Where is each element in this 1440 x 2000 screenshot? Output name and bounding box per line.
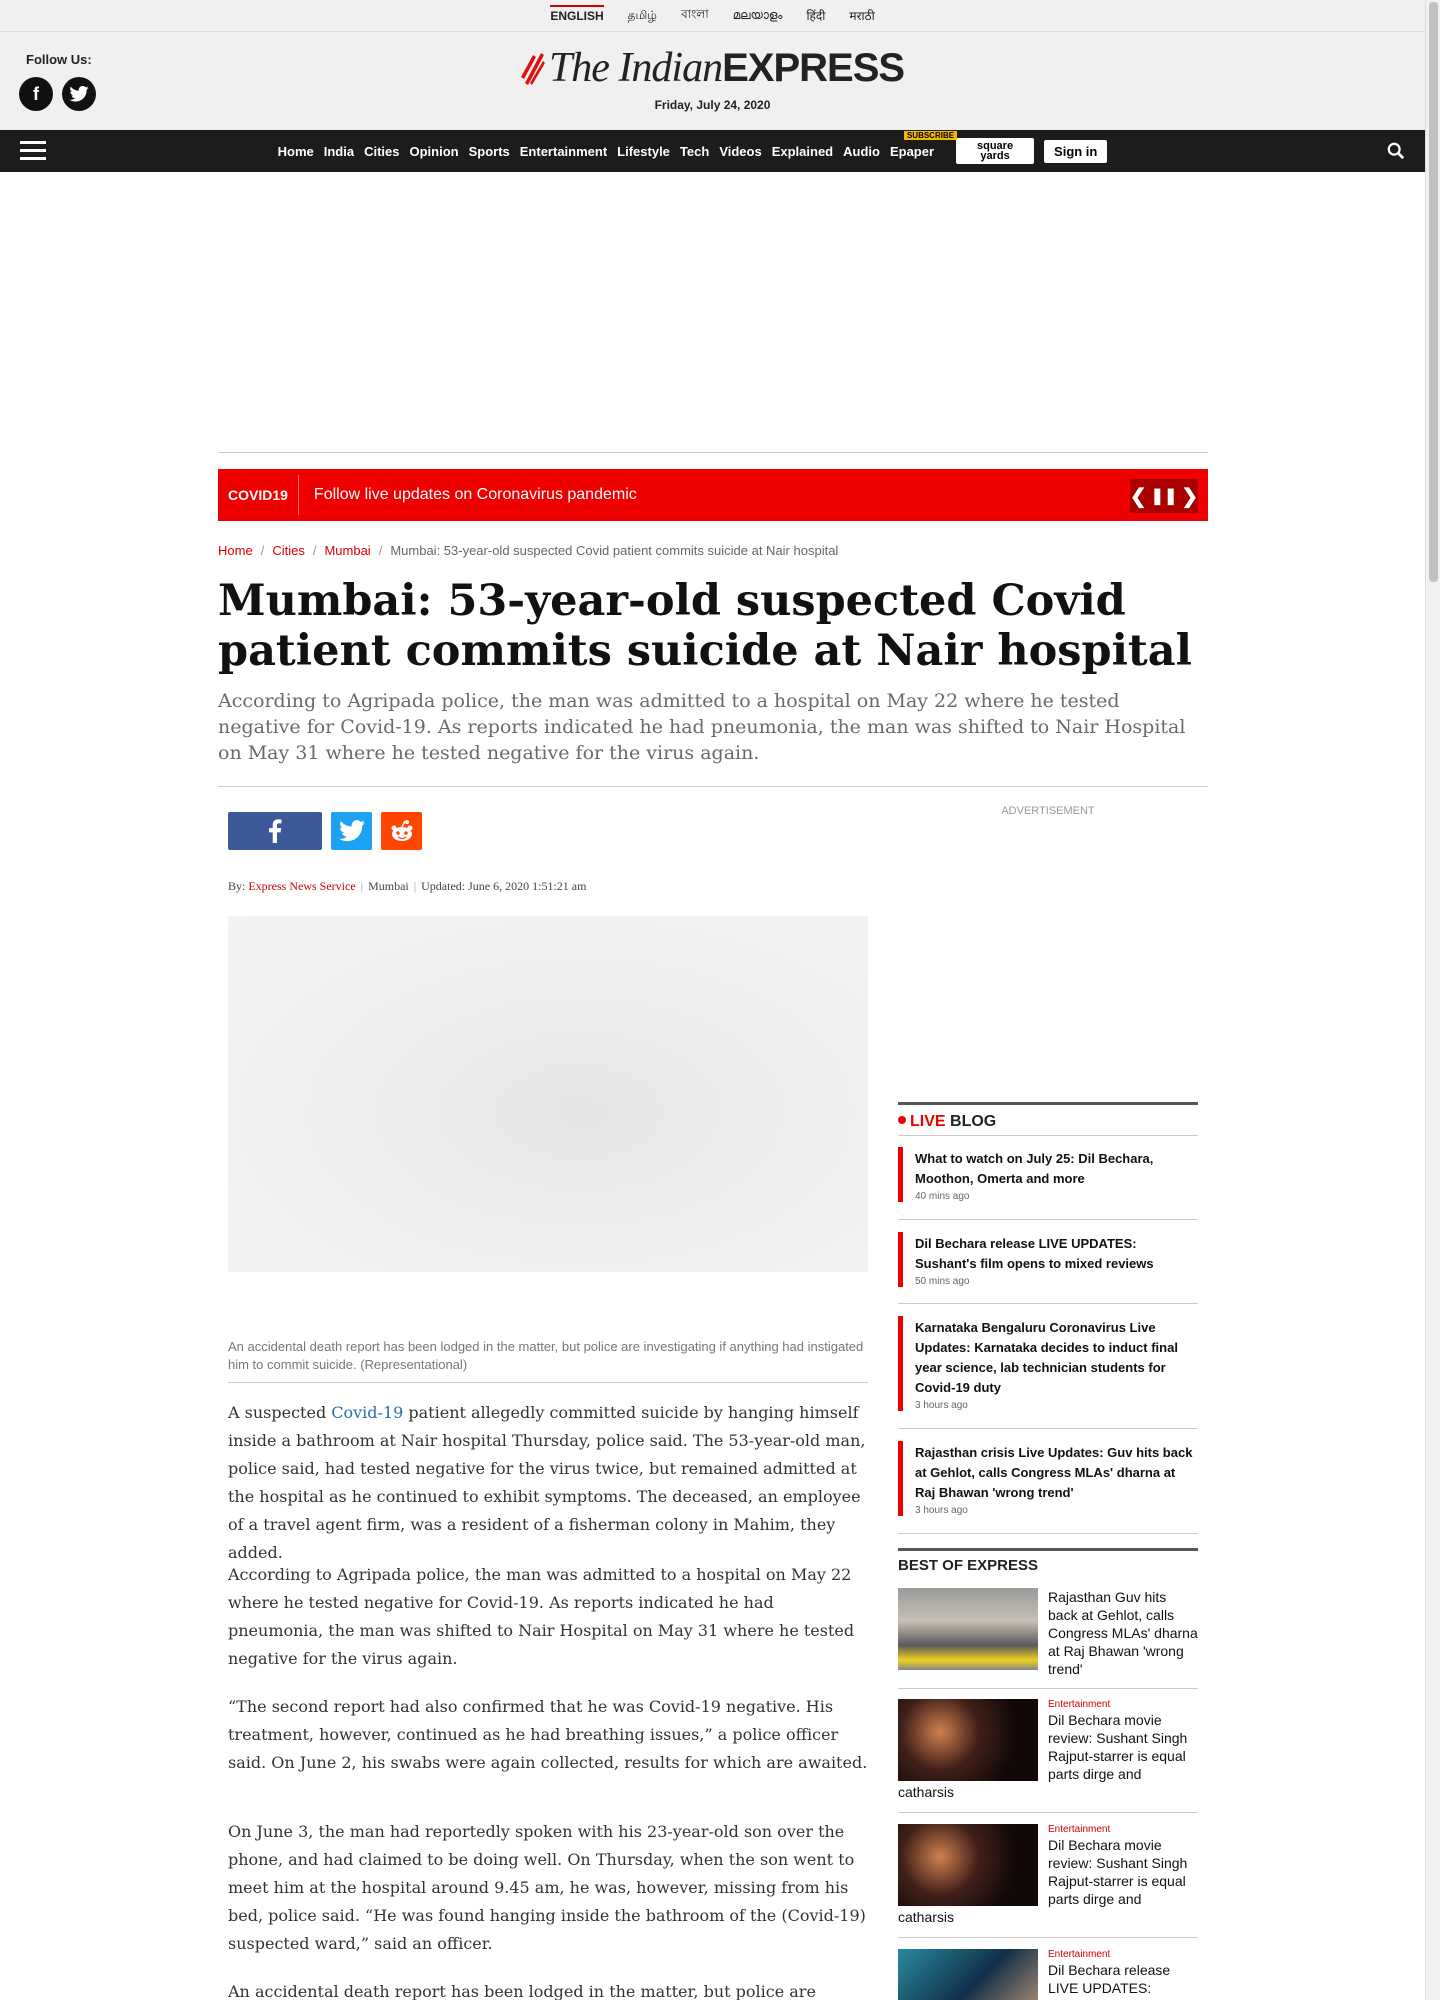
language-bar: ENGLISH தமிழ் বাংলা മലയാളം हिंदी मराठी	[0, 0, 1425, 32]
covid-tag: COVID19	[218, 475, 299, 515]
divider	[898, 1937, 1198, 1938]
nav-cities[interactable]: Cities	[364, 144, 399, 159]
breadcrumb: Home / Cities / Mumbai / Mumbai: 53-year-old s…	[218, 543, 839, 558]
twitter-share-button[interactable]	[331, 812, 372, 850]
masthead: Follow Us: f The IndianEXPRESS Friday, J…	[0, 32, 1425, 130]
author-link[interactable]: Express News Service	[248, 879, 355, 893]
best-of-item[interactable]: Rajasthan Guv hits back at Gehlot, calls…	[898, 1588, 1198, 1678]
article-synopsis: According to Agripada police, the man wa…	[218, 690, 1186, 764]
prev-icon[interactable]: ❮	[1130, 484, 1147, 509]
lang-tamil[interactable]: தமிழ்	[628, 4, 657, 28]
nav-india[interactable]: India	[324, 144, 354, 159]
pause-icon[interactable]: ❚❚	[1151, 486, 1178, 506]
site-logo[interactable]: The IndianEXPRESS	[0, 44, 1425, 92]
covid-ticker[interactable]: COVID19 Follow live updates on Coronavir…	[218, 469, 1208, 521]
square-yards-button[interactable]: square yards	[956, 138, 1035, 164]
divider	[898, 1533, 1198, 1534]
lang-english[interactable]: ENGLISH	[550, 4, 604, 27]
nav-audio[interactable]: Audio	[843, 144, 880, 159]
breadcrumb-current: Mumbai: 53-year-old suspected Covid pati…	[390, 543, 839, 558]
nav-opinion[interactable]: Opinion	[409, 144, 458, 159]
nav-videos[interactable]: Videos	[719, 144, 761, 159]
thumbnail-image	[898, 1588, 1038, 1670]
lang-malayalam[interactable]: മലയാളം	[733, 4, 783, 27]
article-paragraph: “The second report had also confirmed th…	[228, 1697, 868, 1772]
live-blog-item[interactable]: What to watch on July 25: Dil Bechara, M…	[898, 1147, 1198, 1202]
divider	[898, 1812, 1198, 1813]
article-paragraph: An accidental death report has been lodg…	[228, 1982, 816, 2000]
best-of-item[interactable]: Entertainment Dil Bechara release LIVE U…	[898, 1949, 1198, 2000]
breadcrumb-mumbai[interactable]: Mumbai	[324, 543, 370, 558]
article-paragraph: A suspected Covid-19 patient allegedly c…	[228, 1403, 866, 1562]
divider	[898, 1219, 1198, 1220]
menu-icon[interactable]	[20, 141, 46, 161]
image-caption: An accidental death report has been lodg…	[228, 1338, 868, 1383]
advertisement-label: ADVERTISEMENT	[1001, 805, 1095, 817]
subscribe-badge[interactable]: SUBSCRIBE	[903, 130, 958, 140]
scrollbar[interactable]	[1425, 0, 1440, 2000]
updated-time: Updated: June 6, 2020 1:51:21 am	[421, 879, 587, 893]
main-nav: Home India Cities Opinion Sports Enterta…	[0, 130, 1425, 172]
article-paragraph: According to Agripada police, the man wa…	[228, 1565, 855, 1668]
live-blog-header: LIVE BLOG	[898, 1102, 1198, 1136]
logo-flame-icon	[520, 53, 545, 85]
byline: By: Express News Service | Mumbai | Updated:…	[228, 879, 587, 893]
article-paragraph: On June 3, the man had reportedly spoken…	[228, 1822, 866, 1953]
nav-entertainment[interactable]: Entertainment	[520, 144, 607, 159]
thumbnail-image	[898, 1699, 1038, 1781]
nav-explained[interactable]: Explained	[772, 144, 833, 159]
live-blog-item[interactable]: Rajasthan crisis Live Updates: Guv hits …	[898, 1441, 1198, 1516]
sign-in-button[interactable]: Sign in	[1044, 139, 1108, 163]
scrollbar-thumb[interactable]	[1429, 2, 1438, 582]
nav-home[interactable]: Home	[278, 144, 314, 159]
reddit-icon	[391, 820, 412, 841]
covid-19-link[interactable]: Covid-19	[331, 1403, 403, 1422]
nav-epaper[interactable]: SUBSCRIBE Epaper	[890, 130, 958, 159]
live-blog-item[interactable]: Dil Bechara release LIVE UPDATES: Sushan…	[898, 1232, 1198, 1287]
nav-lifestyle[interactable]: Lifestyle	[617, 144, 670, 159]
ticker-controls: ❮ ❚❚ ❯	[1130, 479, 1198, 513]
facebook-share-button[interactable]	[228, 812, 322, 850]
lang-marathi[interactable]: मराठी	[849, 3, 874, 28]
article-headline: Mumbai: 53-year-old suspected Covid pati…	[218, 576, 1192, 676]
best-of-item[interactable]: Entertainment Dil Bechara movie review: …	[898, 1824, 1198, 1926]
breadcrumb-home[interactable]: Home	[218, 543, 253, 558]
lang-bangla[interactable]: বাংলা	[681, 2, 709, 30]
lang-hindi[interactable]: हिंदी	[806, 3, 825, 28]
thumbnail-image	[898, 1824, 1038, 1906]
divider	[898, 1303, 1198, 1304]
thumbnail-image	[898, 1949, 1038, 2000]
breadcrumb-cities[interactable]: Cities	[272, 543, 305, 558]
divider	[218, 452, 1208, 453]
best-of-express-header: BEST OF EXPRESS	[898, 1548, 1198, 1574]
article-hero-image	[228, 916, 868, 1272]
twitter-icon	[338, 820, 365, 842]
reddit-share-button[interactable]	[381, 812, 422, 850]
best-of-item[interactable]: Entertainment Dil Bechara movie review: …	[898, 1699, 1198, 1801]
next-icon[interactable]: ❯	[1181, 484, 1198, 509]
top-ad-slot	[0, 172, 1425, 451]
nav-sports[interactable]: Sports	[469, 144, 510, 159]
search-icon[interactable]	[1387, 142, 1405, 160]
live-blog-item[interactable]: Karnataka Bengaluru Coronavirus Live Upd…	[898, 1316, 1198, 1411]
facebook-icon	[269, 819, 282, 843]
covid-ticker-text[interactable]: Follow live updates on Coronavirus pande…	[299, 486, 637, 504]
dateline-location: Mumbai	[368, 879, 409, 893]
nav-tech[interactable]: Tech	[680, 144, 709, 159]
divider	[898, 1688, 1198, 1689]
divider	[898, 1428, 1198, 1429]
page: ENGLISH தமிழ் বাংলা മലയാളം हिंदी मराठी F…	[0, 0, 1425, 2000]
divider	[218, 786, 1208, 787]
current-date: Friday, July 24, 2020	[654, 98, 771, 112]
live-dot-icon	[898, 1116, 906, 1124]
